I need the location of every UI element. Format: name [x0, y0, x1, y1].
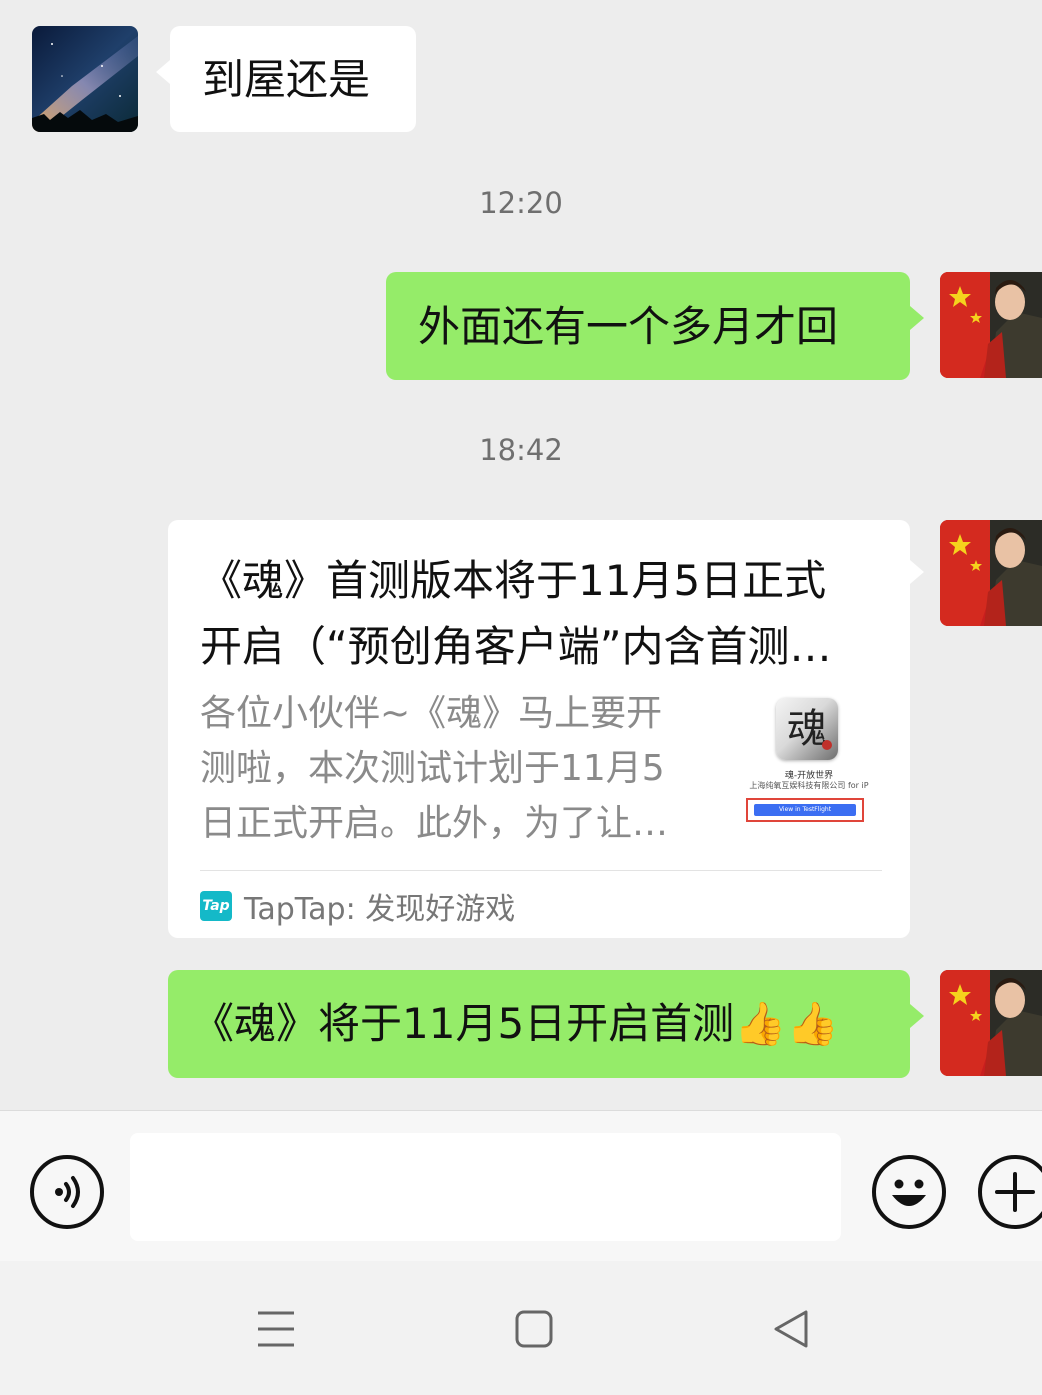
back-icon — [774, 1310, 808, 1348]
game-app-icon: 魂 — [776, 698, 838, 760]
contact-avatar[interactable] — [32, 26, 138, 132]
voice-icon — [55, 1176, 80, 1208]
message-input[interactable] — [130, 1133, 841, 1241]
my-avatar[interactable] — [940, 272, 1042, 378]
message-text: 《魂》将于11月5日开启首测👍👍 — [192, 999, 839, 1048]
thumbnail-testflight-button: View in TestFlight — [754, 804, 856, 816]
thumbnail-highlight-box: View in TestFlight — [746, 798, 864, 822]
link-card-title: 《魂》首测版本将于11月5日正式 开启（“预创角客户端”内含首测… — [200, 548, 880, 680]
plus-icon — [995, 1172, 1035, 1212]
my-avatar[interactable] — [940, 520, 1042, 626]
system-nav-bar — [0, 1261, 1042, 1395]
link-card[interactable]: 《魂》首测版本将于11月5日正式 开启（“预创角客户端”内含首测… 各位小伙伴~… — [168, 520, 924, 938]
source-label: TapTap: 发现好游戏 — [244, 892, 516, 927]
message-bubble-sent[interactable]: 外面还有一个多月才回 — [386, 272, 924, 380]
timestamp: 18:42 — [479, 433, 563, 467]
emoji-button[interactable] — [872, 1155, 946, 1229]
flag-avatar-image — [940, 272, 1042, 378]
menu-icon — [258, 1311, 294, 1347]
message-bubble-sent[interactable]: 《魂》将于11月5日开启首测👍👍 — [168, 970, 924, 1078]
link-card-desc-line: 日正式开启。此外，为了让… — [200, 803, 669, 844]
nav-menu-button[interactable] — [256, 1309, 296, 1349]
flag-avatar-image — [940, 520, 1042, 626]
link-card-desc-line: 测啦，本次测试计划于11月5 — [200, 748, 665, 789]
link-card-divider — [200, 870, 882, 871]
voice-button[interactable] — [30, 1155, 104, 1229]
timestamp: 12:20 — [479, 186, 563, 220]
app-icon-glyph: 魂 — [787, 706, 827, 752]
emoji-icon — [892, 1179, 926, 1206]
message-text: 外面还有一个多月才回 — [418, 302, 839, 351]
galaxy-avatar-image — [32, 26, 138, 132]
message-bubble-received[interactable]: 到屋还是 — [156, 26, 416, 132]
link-card-title-line: 开启（“预创角客户端”内含首测… — [200, 622, 832, 671]
link-card-desc-line: 各位小伙伴~《魂》马上要开 — [200, 693, 663, 734]
link-card-title-line: 《魂》首测版本将于11月5日正式 — [200, 556, 827, 605]
link-card-source: Tap TapTap: 发现好游戏 — [200, 886, 516, 927]
more-button[interactable] — [978, 1155, 1042, 1229]
home-icon — [515, 1310, 553, 1348]
nav-back-button[interactable] — [772, 1309, 812, 1349]
message-text: 到屋还是 — [202, 55, 371, 104]
link-card-thumbnail: 魂 魂-开放世界 上海纯氧互娱科技有限公司 for iP View in Tes… — [740, 698, 878, 828]
taptap-logo-icon: Tap — [200, 891, 232, 921]
thumbnail-company: 上海纯氧互娱科技有限公司 for iP — [749, 781, 869, 790]
chat-input-bar — [0, 1110, 1042, 1261]
link-card-description: 各位小伙伴~《魂》马上要开 测啦，本次测试计划于11月5 日正式开启。此外，为了… — [200, 686, 690, 851]
my-avatar[interactable] — [940, 970, 1042, 1076]
flag-avatar-image — [940, 970, 1042, 1076]
nav-home-button[interactable] — [514, 1309, 554, 1349]
